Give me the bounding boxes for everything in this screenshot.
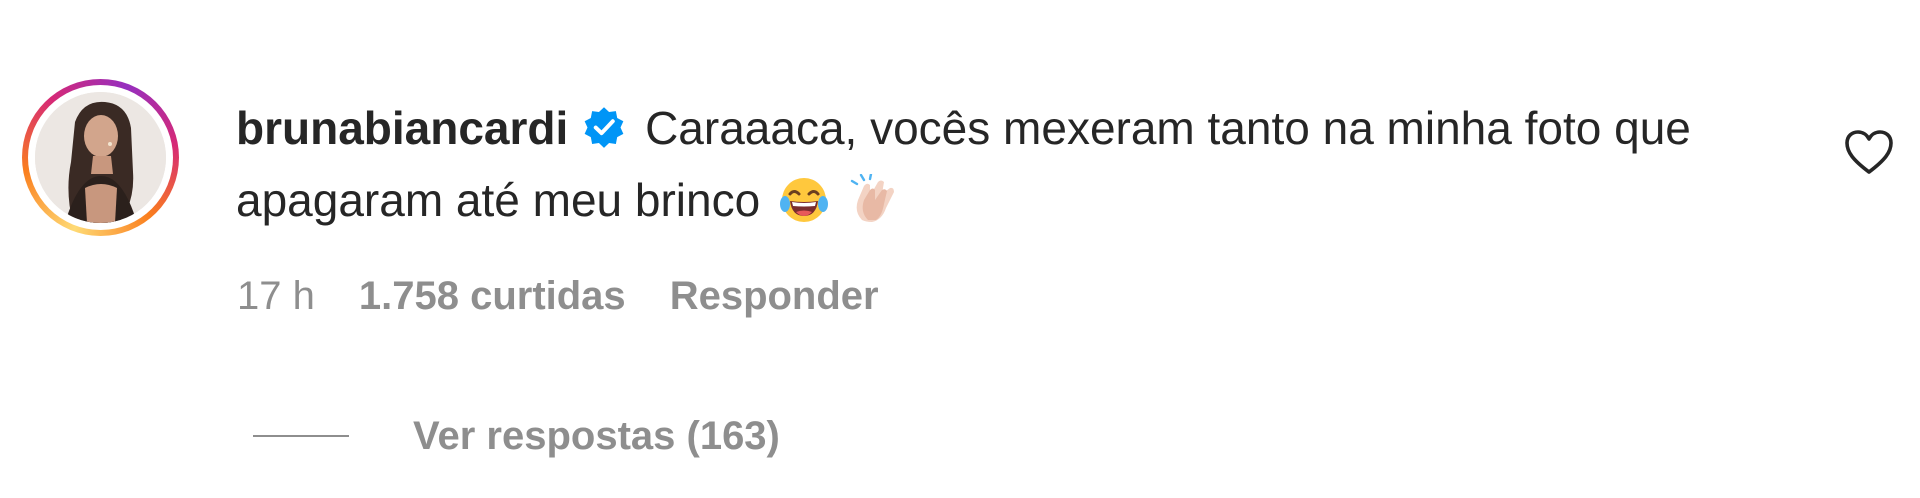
view-replies-button[interactable]: Ver respostas (163) [253, 410, 780, 462]
avatar[interactable] [22, 79, 179, 236]
comment: brunabiancardi Caraaaca, vocês mexeram t… [0, 0, 1920, 498]
divider-line [253, 435, 349, 437]
likes-count-link[interactable]: 1.758 curtidas [359, 274, 626, 318]
avatar-photo [35, 92, 166, 223]
view-replies-label: Ver respostas (163) [413, 413, 780, 458]
verified-badge-icon [584, 107, 624, 148]
comment-time: 17 h [237, 274, 315, 318]
profile-photo-icon [35, 92, 166, 223]
clapping-hands-emoji-icon [851, 174, 895, 222]
username-link[interactable]: brunabiancardi [236, 102, 568, 154]
reply-button[interactable]: Responder [670, 274, 879, 318]
comment-body: brunabiancardi Caraaaca, vocês mexeram t… [236, 92, 1756, 236]
like-heart-icon[interactable] [1843, 128, 1895, 176]
avatar-ring-gap [28, 85, 173, 230]
comment-meta: 17 h 1.758 curtidas Responder [237, 270, 923, 322]
tears-of-joy-emoji-icon [780, 178, 829, 222]
